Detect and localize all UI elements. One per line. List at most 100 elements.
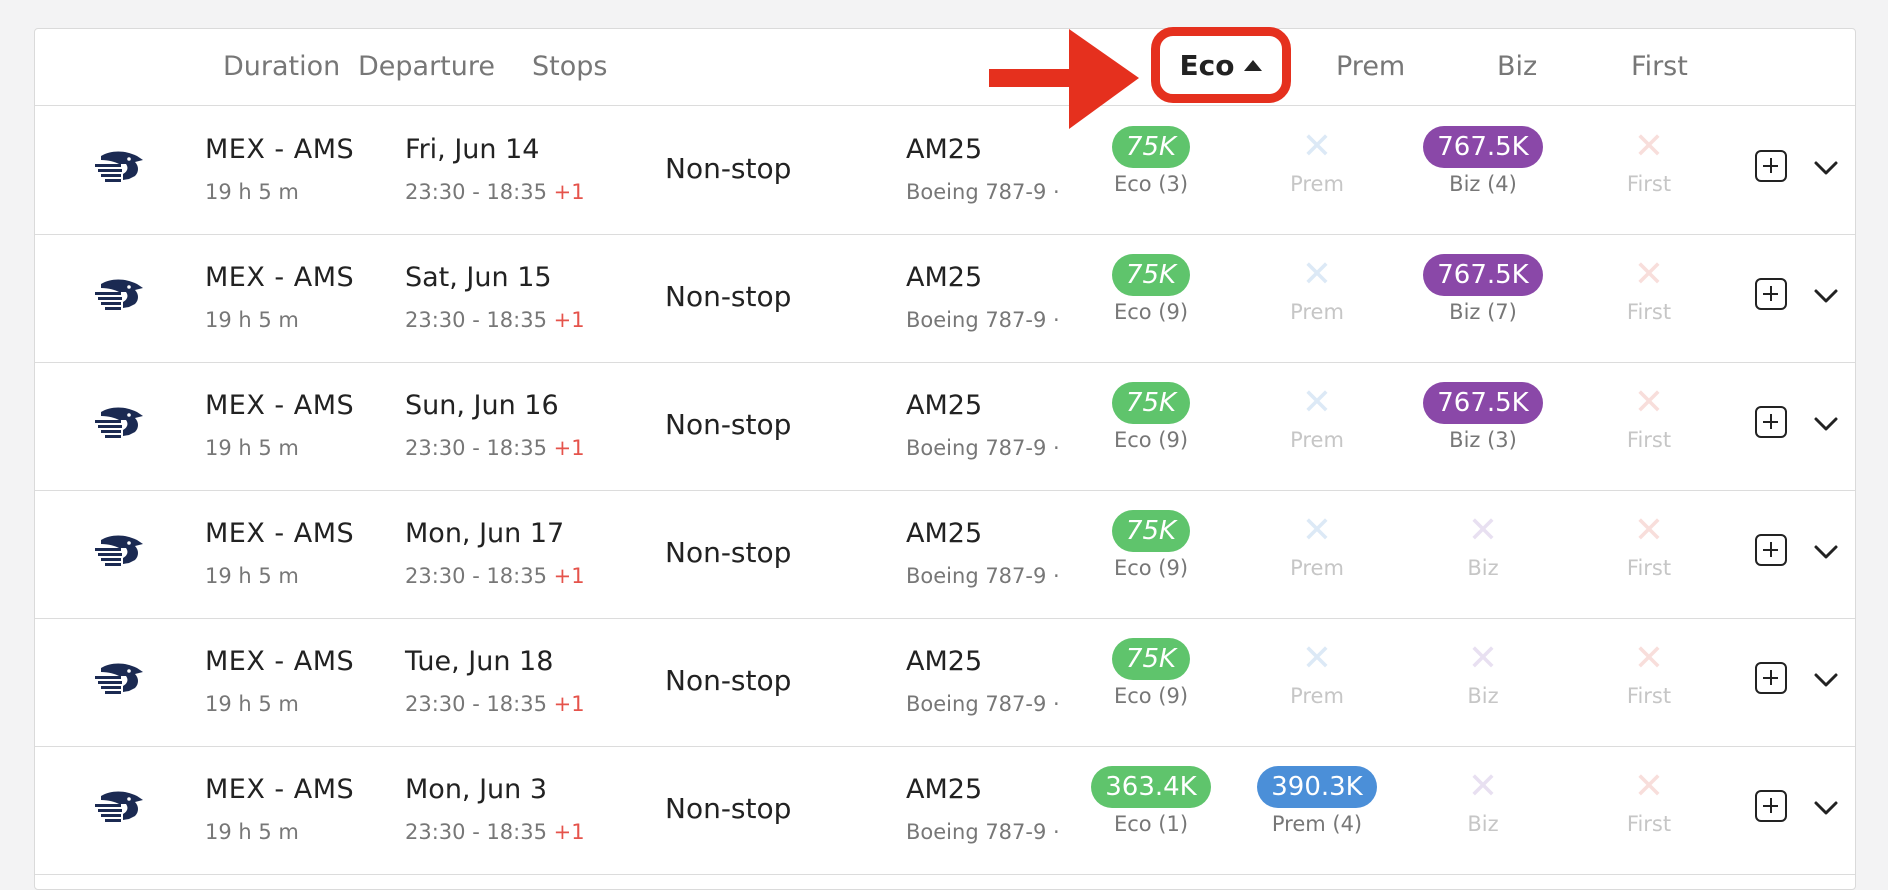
sort-first[interactable]: First (1631, 51, 1688, 82)
fare-biz[interactable]: ✕ Biz (1403, 510, 1563, 580)
unavailable-x-icon: ✕ (1633, 382, 1665, 423)
first-availability-label: First (1626, 300, 1672, 324)
duration-text: 19 h 5 m (205, 820, 299, 844)
fare-first[interactable]: ✕ First (1569, 382, 1729, 452)
fare-prem[interactable]: ✕ Prem (1237, 510, 1397, 580)
eco-price-badge[interactable]: 75K (1111, 254, 1191, 296)
duration-text: 19 h 5 m (205, 308, 299, 332)
biz-price-badge[interactable]: 767.5K (1423, 382, 1543, 424)
table-row[interactable]: MEX - AMS 19 h 5 m Tue, Jun 18 23:30 - 1… (35, 618, 1855, 747)
biz-price-badge[interactable]: 767.5K (1423, 126, 1543, 168)
add-flight-icon[interactable] (1755, 278, 1787, 310)
eco-availability-label: Eco (9) (1113, 556, 1189, 580)
table-row[interactable]: MEX - AMS 19 h 5 m Mon, Jun 3 23:30 - 18… (35, 746, 1855, 875)
departure-times: 23:30 - 18:35 +1 (405, 820, 585, 844)
table-row[interactable]: MEX - AMS 19 h 5 m Sun, Jun 16 23:30 - 1… (35, 362, 1855, 491)
fare-biz[interactable]: ✕ Biz (1403, 638, 1563, 708)
fare-eco[interactable]: 75K Eco (3) (1071, 126, 1231, 196)
eco-price-badge[interactable]: 75K (1111, 510, 1191, 552)
eco-availability-label: Eco (9) (1113, 428, 1189, 452)
fare-first[interactable]: ✕ First (1569, 510, 1729, 580)
add-flight-icon[interactable] (1755, 790, 1787, 822)
fare-first[interactable]: ✕ First (1569, 126, 1729, 196)
add-flight-icon[interactable] (1755, 662, 1787, 694)
plus-day-badge: +1 (553, 308, 585, 332)
fare-prem[interactable]: ✕ Prem (1237, 254, 1397, 324)
fare-first[interactable]: ✕ First (1569, 766, 1729, 836)
table-row[interactable]: MEX - AMS 19 h 5 m Sat, Jun 15 23:30 - 1… (35, 234, 1855, 363)
fare-biz[interactable]: 767.5K Biz (7) (1403, 254, 1563, 324)
sort-duration[interactable]: Duration (223, 51, 340, 82)
fare-prem[interactable]: ✕ Prem (1237, 382, 1397, 452)
table-row[interactable]: MEX - AMS 19 h 5 m Mon, Jun 17 23:30 - 1… (35, 490, 1855, 619)
eco-price-badge[interactable]: 75K (1111, 382, 1191, 424)
aeromexico-eagle-icon (95, 407, 143, 438)
departure-times: 23:30 - 18:35 +1 (405, 308, 585, 332)
add-flight-icon[interactable] (1755, 534, 1787, 566)
unavailable-x-icon: ✕ (1301, 638, 1333, 679)
add-flight-icon[interactable] (1755, 150, 1787, 182)
stops-text: Non-stop (665, 408, 792, 441)
sort-eco-label: Eco (1179, 48, 1235, 82)
sort-biz[interactable]: Biz (1497, 51, 1537, 82)
fare-eco[interactable]: 75K Eco (9) (1071, 382, 1231, 452)
eco-availability-label: Eco (1) (1113, 812, 1189, 836)
chevron-down-icon[interactable] (1813, 538, 1839, 564)
fare-biz[interactable]: ✕ Biz (1403, 766, 1563, 836)
eco-price-badge[interactable]: 363.4K (1091, 766, 1211, 808)
biz-price-badge[interactable]: 767.5K (1423, 254, 1543, 296)
route-text: MEX - AMS (205, 646, 355, 677)
fare-prem[interactable]: ✕ Prem (1237, 638, 1397, 708)
eco-availability-label: Eco (3) (1113, 172, 1189, 196)
chevron-down-icon[interactable] (1813, 154, 1839, 180)
aeromexico-eagle-icon (95, 151, 143, 182)
route-text: MEX - AMS (205, 774, 355, 805)
prem-availability-label: Prem (1290, 172, 1344, 196)
fare-eco[interactable]: 75K Eco (9) (1071, 510, 1231, 580)
sort-eco-button[interactable]: Eco (1151, 27, 1291, 103)
stops-text: Non-stop (665, 152, 792, 185)
table-header: Duration Departure Stops Eco Prem Biz Fi… (35, 27, 1855, 129)
unavailable-x-icon: ✕ (1633, 638, 1665, 679)
first-availability-label: First (1626, 172, 1672, 196)
prem-price-badge[interactable]: 390.3K (1257, 766, 1377, 808)
unavailable-x-icon: ✕ (1467, 766, 1499, 807)
duration-text: 19 h 5 m (205, 564, 299, 588)
table-row[interactable]: MEX - AMS 19 h 5 m Fri, Jun 14 23:30 - 1… (35, 106, 1855, 235)
first-availability-label: First (1626, 428, 1672, 452)
fare-first[interactable]: ✕ First (1569, 638, 1729, 708)
chevron-down-icon[interactable] (1813, 794, 1839, 820)
fare-eco[interactable]: 75K Eco (9) (1071, 638, 1231, 708)
times-text: 23:30 - 18:35 (405, 820, 547, 844)
aeromexico-eagle-icon (95, 791, 143, 822)
chevron-down-icon[interactable] (1813, 666, 1839, 692)
fare-biz[interactable]: 767.5K Biz (4) (1403, 126, 1563, 196)
sort-stops[interactable]: Stops (532, 51, 607, 82)
fare-biz[interactable]: 767.5K Biz (3) (1403, 382, 1563, 452)
fare-prem[interactable]: 390.3K Prem (4) (1237, 766, 1397, 836)
add-flight-icon[interactable] (1755, 406, 1787, 438)
flight-number: AM25 (906, 262, 983, 293)
fare-prem[interactable]: ✕ Prem (1237, 126, 1397, 196)
route-text: MEX - AMS (205, 518, 355, 549)
eco-price-badge[interactable]: 75K (1111, 638, 1191, 680)
eco-price-badge[interactable]: 75K (1111, 126, 1191, 168)
unavailable-x-icon: ✕ (1301, 254, 1333, 295)
aircraft-text: Boeing 787-9 · (906, 436, 1060, 460)
times-text: 23:30 - 18:35 (405, 436, 547, 460)
aircraft-text: Boeing 787-9 · (906, 308, 1060, 332)
fare-eco[interactable]: 363.4K Eco (1) (1071, 766, 1231, 836)
sort-departure[interactable]: Departure (358, 51, 495, 82)
fare-first[interactable]: ✕ First (1569, 254, 1729, 324)
prem-availability-label: Prem (1290, 684, 1344, 708)
biz-availability-label: Biz (1467, 684, 1499, 708)
stops-text: Non-stop (665, 280, 792, 313)
sort-prem[interactable]: Prem (1336, 51, 1405, 82)
departure-date: Fri, Jun 14 (405, 134, 540, 165)
fare-eco[interactable]: 75K Eco (9) (1071, 254, 1231, 324)
chevron-down-icon[interactable] (1813, 282, 1839, 308)
chevron-down-icon[interactable] (1813, 410, 1839, 436)
route-text: MEX - AMS (205, 262, 355, 293)
departure-times: 23:30 - 18:35 +1 (405, 436, 585, 460)
eco-availability-label: Eco (9) (1113, 300, 1189, 324)
